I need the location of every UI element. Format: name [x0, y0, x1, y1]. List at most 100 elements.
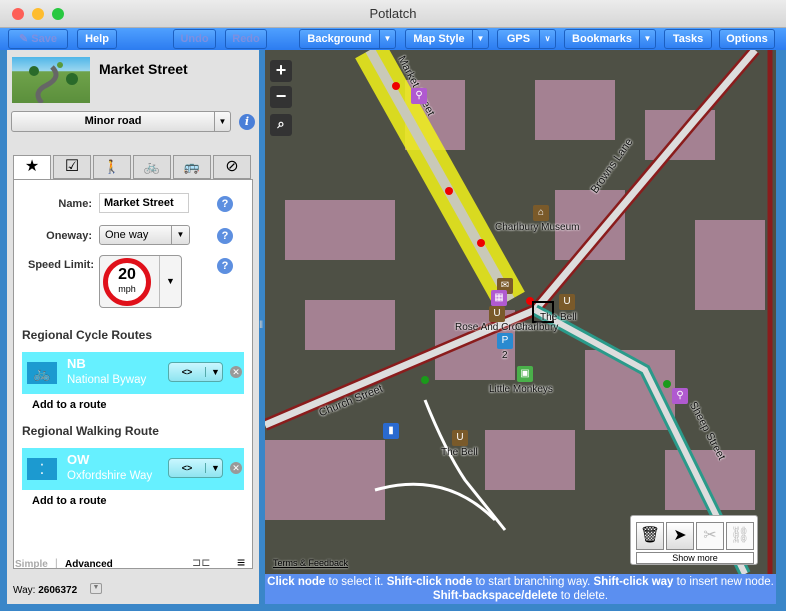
tag-tabs: ★ ☑ 🚶 🚲 🚌 ⊘ — [13, 155, 251, 181]
info-icon[interactable]: i — [239, 114, 255, 130]
search-location-button[interactable]: ⌕ — [270, 114, 292, 136]
chevron-down-icon: ▼ — [171, 226, 189, 244]
close-button[interactable] — [12, 8, 24, 20]
walking-route-heading: Regional Walking Route — [22, 424, 159, 438]
relation-icon[interactable]: ⊐⊏ — [192, 556, 210, 569]
way-label: Way: 2606372 — [13, 585, 78, 596]
scissors-icon[interactable]: ✂ — [696, 522, 724, 550]
chevron-down-icon: ▼ — [205, 367, 220, 377]
chevron-down-icon[interactable]: ▼ — [472, 30, 488, 48]
status-hint: Click node to select it. Shift-click nod… — [265, 574, 776, 604]
undo-button[interactable]: Undo — [173, 29, 216, 49]
pencil-icon: ✎ — [19, 33, 32, 45]
cycle-route-item[interactable]: 🚲 NB National Byway <> ▼ ✕ — [22, 352, 244, 394]
minimize-button[interactable] — [32, 8, 44, 20]
bicycle-icon: 🚲 — [27, 362, 57, 384]
panel-splitter[interactable]: ‖ — [259, 320, 265, 336]
zoom-button[interactable] — [52, 8, 64, 20]
help-icon[interactable]: ? — [217, 196, 233, 212]
cycle-routes-heading: Regional Cycle Routes — [22, 328, 153, 342]
map-label-the-bell-2: The Bell — [441, 447, 478, 458]
window-titlebar: Potlatch — [0, 0, 786, 28]
map-imagery — [265, 50, 776, 574]
feature-title: Market Street — [99, 61, 188, 77]
pub-icon: U — [452, 430, 468, 446]
zoom-in-button[interactable]: + — [270, 60, 292, 82]
name-field[interactable]: Market Street — [99, 193, 189, 213]
options-button[interactable]: Options — [719, 29, 775, 49]
walking-route-item[interactable]: ⁚ OW Oxfordshire Way <> ▼ ✕ — [22, 448, 244, 490]
window-title: Potlatch — [369, 6, 417, 21]
help-button[interactable]: Help — [77, 29, 117, 49]
museum-icon: ⌂ — [533, 205, 549, 221]
toolbar: ✎ Save Help Undo Redo Background ▼ Map St… — [0, 28, 786, 50]
chevron-down-icon[interactable]: ▼ — [379, 30, 395, 48]
add-to-route-link[interactable]: Add to a route — [32, 399, 107, 411]
shop-icon: ▣ — [517, 366, 533, 382]
way-history-dropdown[interactable]: ▼ — [90, 583, 102, 594]
route-direction-select[interactable]: <> ▼ — [168, 458, 223, 478]
chevron-down-icon[interactable]: ∨ — [539, 30, 555, 48]
tag-content: Name: Market Street ? Oneway: One way ▼ ?… — [13, 179, 253, 569]
route-code: OW — [67, 452, 90, 467]
terms-feedback-link[interactable]: Terms & Feedback — [273, 558, 348, 568]
mode-simple-link[interactable]: Simple — [15, 559, 48, 570]
map-label-charlbury: Charlbury — [515, 322, 559, 333]
pub-icon: U — [559, 294, 575, 310]
tab-checklist[interactable]: ☑ — [53, 155, 91, 179]
tasks-button[interactable]: Tasks — [664, 29, 712, 49]
link-chain-icon[interactable]: ⛓ — [726, 522, 754, 550]
road-type-select[interactable]: Minor road ▼ — [11, 111, 231, 132]
chevron-down-icon[interactable]: ▼ — [639, 30, 655, 48]
gift-shop-icon: ▦ — [491, 290, 507, 306]
tool-palette: 🗑 ➤ ✂ ⛓ Show more — [630, 515, 758, 565]
map-style-button[interactable]: Map Style ▼ — [405, 29, 489, 49]
inspector-panel: Market Street Minor road ▼ i ★ ☑ 🚶 🚲 🚌 ⊘ … — [7, 50, 259, 604]
map-label-little-monkeys: Little Monkeys — [489, 384, 553, 395]
tab-cycling[interactable]: 🚲 — [133, 155, 171, 179]
route-name: National Byway — [67, 374, 147, 386]
save-button[interactable]: ✎ Save — [8, 29, 68, 49]
road-thumbnail-image — [12, 57, 90, 105]
route-name: Oxfordshire Way — [67, 470, 153, 482]
route-code: NB — [67, 356, 86, 371]
map-label-museum: Charlbury Museum — [495, 222, 580, 233]
help-icon[interactable]: ? — [217, 228, 233, 244]
tab-walking[interactable]: 🚶 — [93, 155, 131, 179]
tab-restrictions[interactable]: ⊘ — [213, 155, 251, 179]
delete-trash-icon[interactable]: 🗑 — [636, 522, 664, 550]
speed-sign-icon: 20 mph — [103, 258, 151, 306]
zoom-out-button[interactable]: − — [270, 86, 292, 108]
tab-basic[interactable]: ★ — [13, 155, 51, 181]
speed-unit: mph — [118, 284, 136, 294]
map-scrollbar[interactable] — [776, 50, 786, 604]
speed-value: 20 — [118, 266, 136, 283]
pub-icon: U — [489, 306, 505, 322]
name-label: Name: — [58, 198, 92, 210]
background-button[interactable]: Background ▼ — [299, 29, 396, 49]
tab-transport[interactable]: 🚌 — [173, 155, 211, 179]
oneway-select[interactable]: One way ▼ — [99, 225, 190, 245]
select-arrow-icon[interactable]: ➤ — [666, 522, 694, 550]
bookmarks-button[interactable]: Bookmarks ▼ — [564, 29, 656, 49]
gps-button[interactable]: GPS ∨ — [497, 29, 556, 49]
oneway-label: Oneway: — [46, 230, 92, 242]
route-direction-select[interactable]: <> ▼ — [168, 362, 223, 382]
menu-icon[interactable]: ≡ — [237, 554, 245, 570]
map-canvas[interactable]: + − ⌕ Market Street Browns Lane Charlbur… — [265, 50, 776, 574]
help-icon[interactable]: ? — [217, 258, 233, 274]
map-label-parking-count: 2 — [502, 350, 508, 361]
remove-route-icon[interactable]: ✕ — [230, 366, 242, 378]
chevron-down-icon: ▼ — [214, 112, 230, 131]
chevron-down-icon: ▼ — [205, 463, 220, 473]
show-more-button[interactable]: Show more — [636, 552, 754, 564]
chevron-down-icon: ▼ — [159, 256, 181, 307]
speed-limit-label: Speed Limit: — [27, 259, 94, 271]
speed-limit-select[interactable]: 20 mph ▼ — [99, 255, 182, 308]
remove-route-icon[interactable]: ✕ — [230, 462, 242, 474]
bicycle-parking-icon: P — [497, 333, 513, 349]
redo-button[interactable]: Redo — [225, 29, 267, 49]
add-to-route-link[interactable]: Add to a route — [32, 495, 107, 507]
mode-advanced-link[interactable]: Advanced — [65, 559, 113, 570]
bicycle-shop-icon: ⚲ — [672, 388, 688, 404]
